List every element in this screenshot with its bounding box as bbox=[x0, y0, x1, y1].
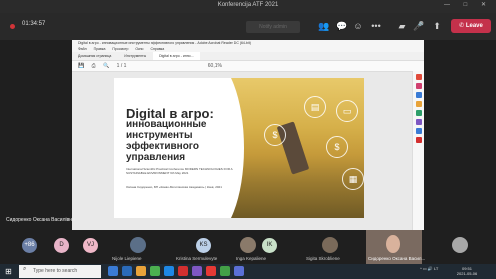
acrobat-tabs: Домашняя страница Инструменты Digital в … bbox=[72, 52, 424, 61]
participant-avatar[interactable]: +86 bbox=[22, 238, 37, 253]
page-counter[interactable]: 1 / 1 bbox=[117, 63, 127, 69]
participant-face-image bbox=[386, 235, 400, 253]
presenter-name: Сидоренко Оксана Василівна bbox=[6, 217, 75, 223]
money-icon: $ bbox=[264, 124, 286, 146]
tab-tools[interactable]: Инструменты bbox=[118, 52, 152, 60]
slide-title: Digital в агро: инновационные инструмент… bbox=[126, 106, 246, 163]
clock-date: 2021-05-06 bbox=[456, 271, 478, 276]
taskbar-search-input[interactable]: Type here to search bbox=[19, 265, 101, 278]
taskbar-clock[interactable]: 09:51 2021-05-06 bbox=[455, 266, 479, 276]
participants-icon[interactable]: 👥 bbox=[318, 20, 330, 32]
participant-avatar[interactable]: D bbox=[54, 238, 69, 253]
share-icon[interactable]: ⬆ bbox=[431, 20, 443, 32]
protect-icon[interactable] bbox=[416, 137, 422, 143]
menu-item[interactable]: Правка bbox=[94, 47, 106, 51]
tab-home[interactable]: Домашняя страница bbox=[72, 52, 117, 60]
slide-title-line: управления bbox=[126, 152, 186, 163]
slide-title-line: инновационные bbox=[126, 119, 207, 130]
slide-title-line: Digital в агро: bbox=[126, 106, 214, 121]
zoom-level[interactable]: 60,1% bbox=[208, 63, 222, 69]
card-icon: ▭ bbox=[336, 100, 358, 122]
compress-icon[interactable] bbox=[416, 128, 422, 134]
reactions-icon[interactable]: ☺ bbox=[352, 20, 364, 32]
meeting-timer: 01:34:57 bbox=[22, 21, 46, 27]
print-icon[interactable]: ⎙ bbox=[92, 63, 96, 69]
participant-name: Kristina Sermulevyte bbox=[176, 256, 218, 261]
close-icon[interactable]: ✕ bbox=[481, 2, 492, 8]
app-icon[interactable] bbox=[206, 266, 216, 276]
acrobat-taskbar-icon[interactable] bbox=[178, 266, 188, 276]
search-icon[interactable]: 🔍 bbox=[103, 63, 109, 69]
window-title: Konferencija ATF 2021 bbox=[217, 2, 279, 8]
participant-name: Сидоренко Оксана Васил... bbox=[368, 256, 426, 261]
mail-icon[interactable] bbox=[164, 266, 174, 276]
tab-document[interactable]: Digital в агро - инно... bbox=[153, 52, 200, 60]
menu-item[interactable]: Просмотр bbox=[112, 47, 128, 51]
dollar-coin-icon: $ bbox=[326, 136, 348, 158]
search-icon: ⌕ bbox=[23, 266, 27, 272]
slide-author: Оксана Сидоренко, БП «Киево-Могилянская … bbox=[126, 185, 222, 189]
word-icon[interactable] bbox=[234, 266, 244, 276]
title-bar: Konferencija ATF 2021 — □ ✕ bbox=[0, 0, 496, 13]
participant-photo[interactable] bbox=[240, 237, 256, 253]
slide-subtitle: International Scientific Practical Confe… bbox=[126, 167, 233, 175]
create-pdf-icon[interactable] bbox=[416, 83, 422, 89]
combine-icon[interactable] bbox=[416, 110, 422, 116]
menu-item[interactable]: Справка bbox=[151, 47, 165, 51]
minimize-icon[interactable]: — bbox=[444, 2, 456, 8]
participant-avatar[interactable]: VJ bbox=[83, 238, 98, 253]
window-controls[interactable]: — □ ✕ bbox=[444, 1, 492, 8]
document-icon: ▤ bbox=[304, 96, 326, 118]
export-pdf-icon[interactable] bbox=[416, 74, 422, 80]
more-icon[interactable]: ••• bbox=[370, 20, 382, 32]
notify-admin-button[interactable]: Notify admin bbox=[246, 21, 300, 33]
slide-title-line: эффективного bbox=[126, 141, 199, 152]
mic-icon[interactable]: 🎤 bbox=[413, 20, 425, 32]
leave-label: Leave bbox=[465, 23, 483, 29]
camera-icon[interactable]: ▰ bbox=[396, 20, 408, 32]
participant-name: Inga Kepaliene bbox=[236, 256, 267, 261]
save-icon[interactable]: 💾 bbox=[78, 63, 84, 69]
slide-title-line: инструменты bbox=[126, 130, 193, 141]
maximize-icon[interactable]: □ bbox=[464, 2, 474, 8]
menu-item[interactable]: Окно bbox=[135, 47, 143, 51]
menu-item[interactable]: Файл bbox=[78, 47, 87, 51]
organize-icon[interactable] bbox=[416, 119, 422, 125]
teams-taskbar-icon[interactable] bbox=[192, 266, 202, 276]
system-tray[interactable]: ^ ▭ 🔊 LT bbox=[420, 266, 438, 271]
participant-photo[interactable] bbox=[452, 237, 468, 253]
participant-avatar[interactable]: IK bbox=[262, 238, 277, 253]
participant-photo[interactable] bbox=[130, 237, 146, 253]
edit-pdf-icon[interactable] bbox=[416, 92, 422, 98]
participant-name: Sigita Skrobliene bbox=[306, 256, 340, 261]
participant-name: Nijole Liepiene bbox=[112, 256, 142, 261]
leave-button[interactable]: ✆ Leave bbox=[451, 19, 491, 33]
participant-avatar[interactable]: KS bbox=[196, 238, 211, 253]
calendar-icon: ▦ bbox=[342, 168, 364, 190]
chat-icon[interactable]: 💬 bbox=[336, 20, 348, 32]
comment-icon[interactable] bbox=[416, 101, 422, 107]
task-view-icon[interactable] bbox=[108, 266, 118, 276]
slide-page: ▤ ▭ $ $ ▦ Digital в агро: инновационные … bbox=[114, 78, 364, 218]
shared-screen-acrobat: Digital в агро - инновационные инструмен… bbox=[72, 40, 424, 230]
windows-start-icon[interactable]: ⊞ bbox=[5, 267, 14, 276]
store-icon[interactable] bbox=[150, 266, 160, 276]
file-explorer-icon[interactable] bbox=[136, 266, 146, 276]
recording-indicator-icon bbox=[10, 24, 15, 29]
edge-icon[interactable] bbox=[122, 266, 132, 276]
acrobat-right-panel bbox=[412, 71, 424, 230]
excel-icon[interactable] bbox=[220, 266, 230, 276]
language-indicator[interactable]: LT bbox=[434, 266, 438, 271]
participant-photo[interactable] bbox=[322, 237, 338, 253]
acrobat-toolbar: 💾 ⎙ 🔍 1 / 1 60,1% bbox=[72, 61, 424, 72]
